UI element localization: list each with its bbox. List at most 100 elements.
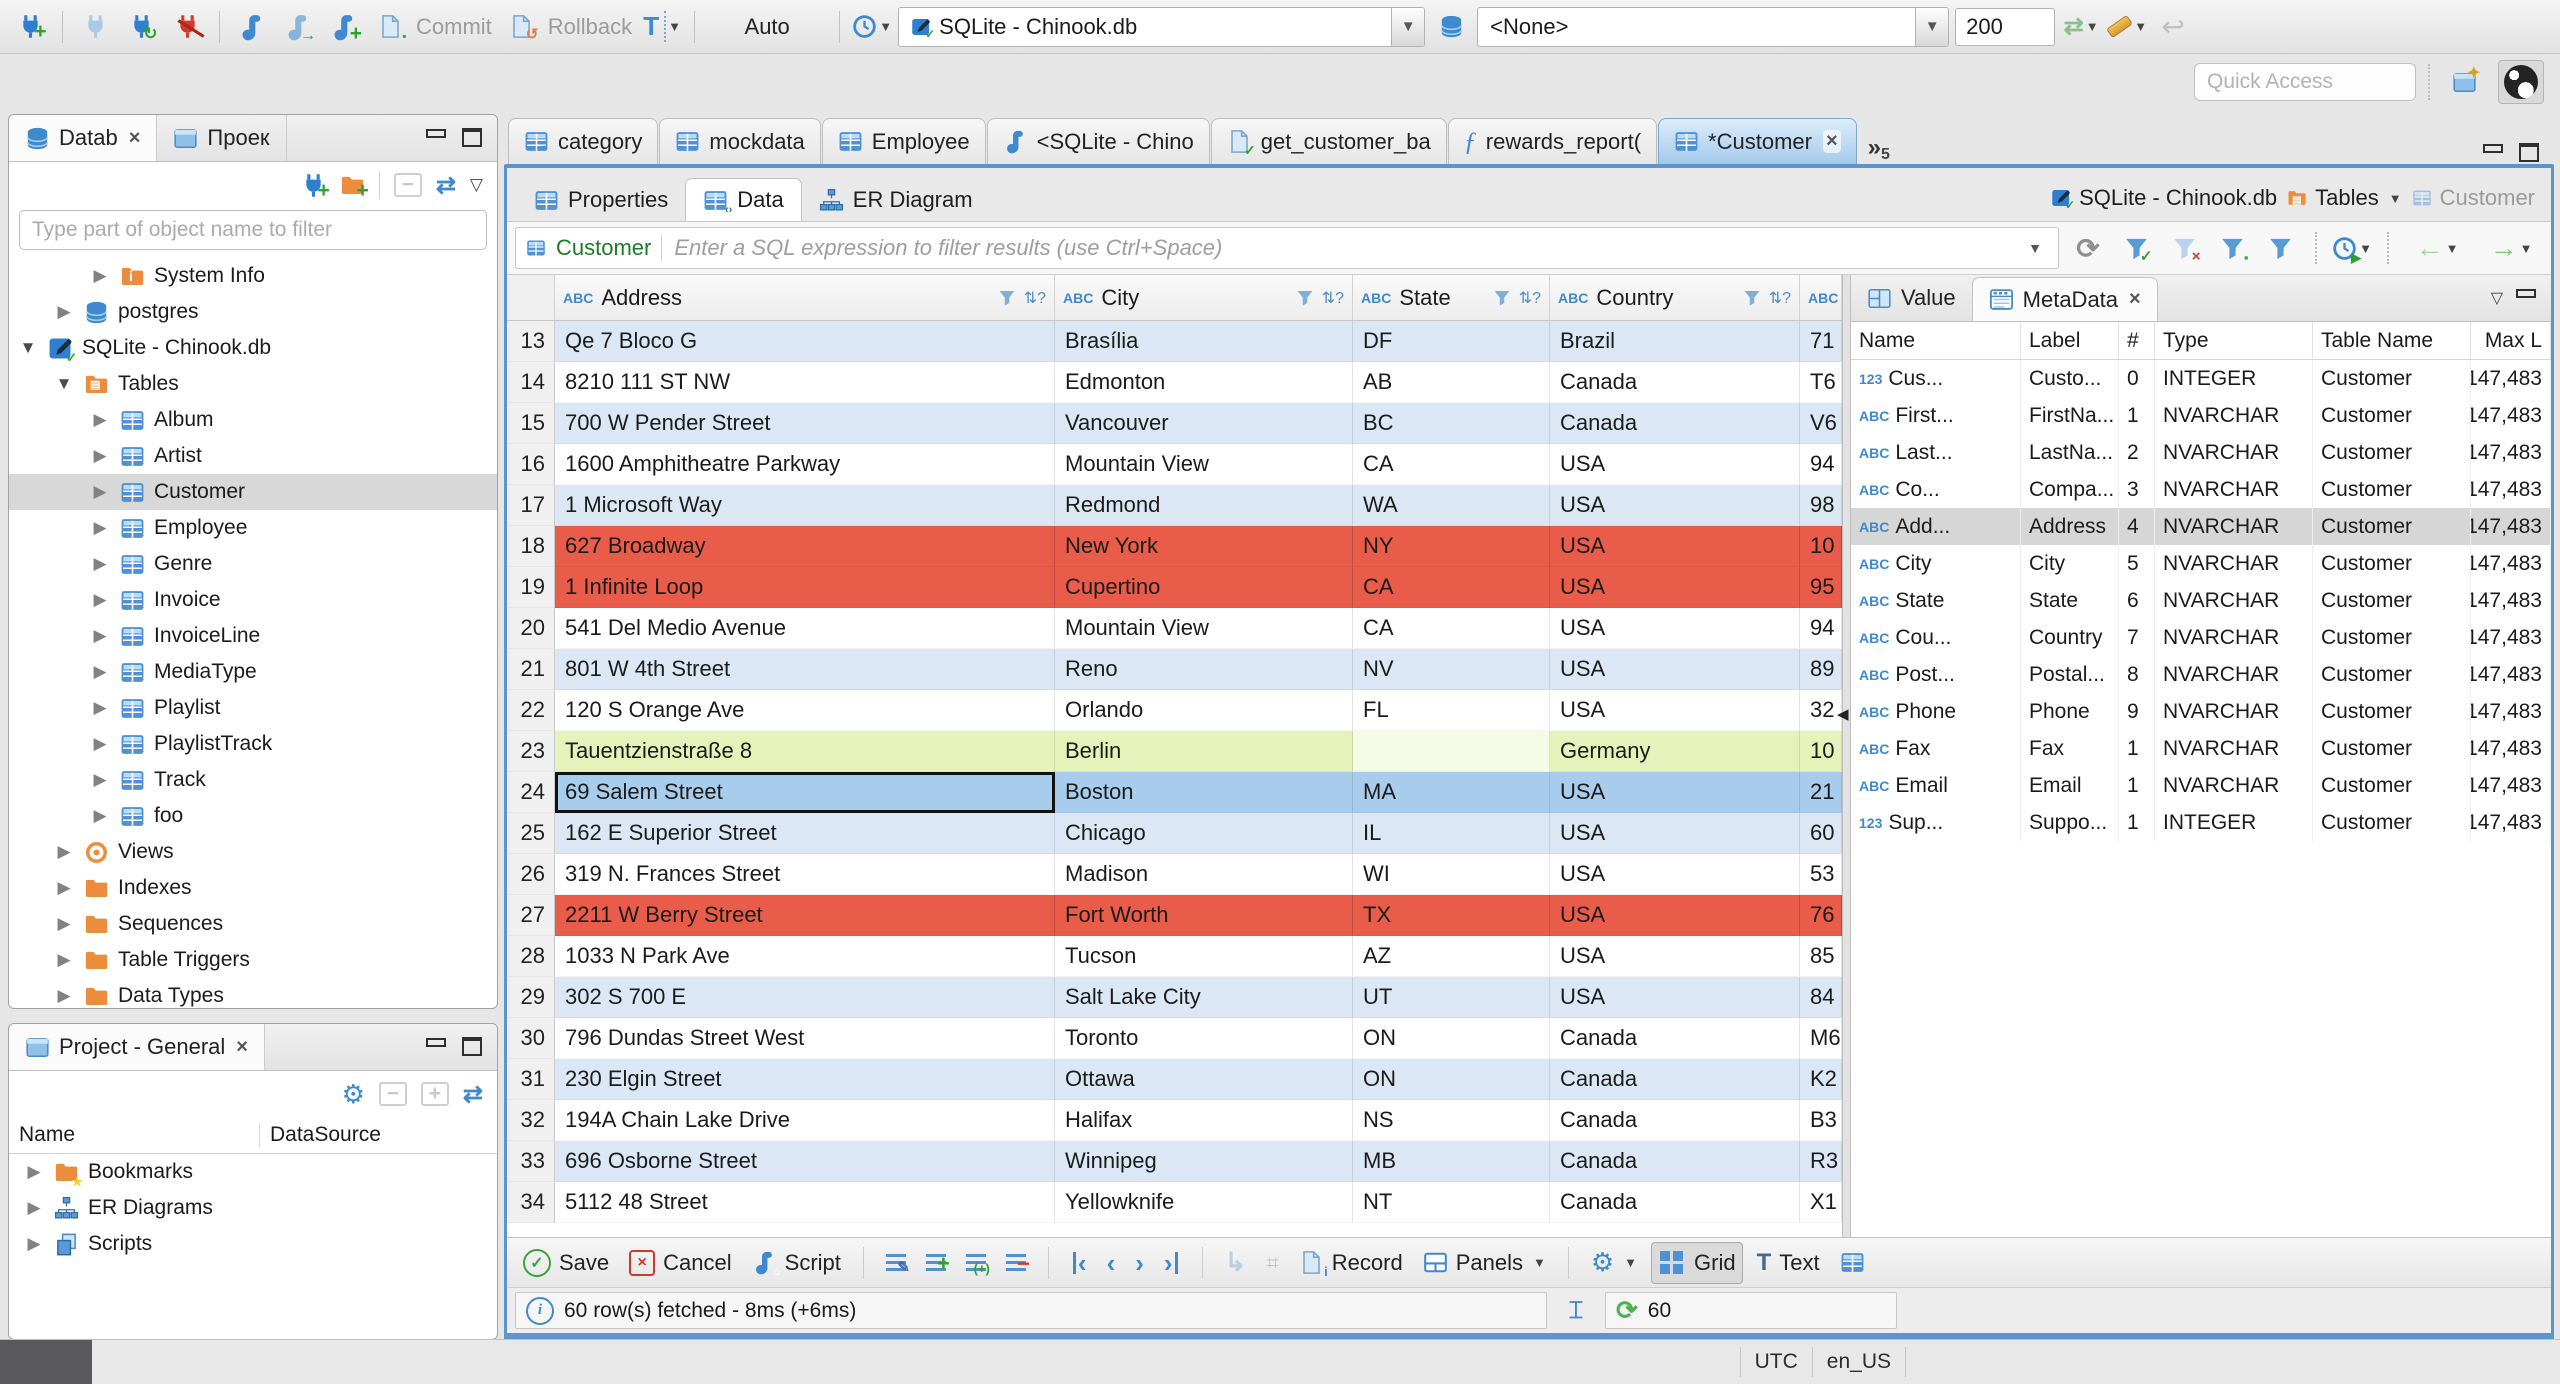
tree-item-data-types[interactable]: ▶ Data Types (9, 978, 497, 1008)
locale-indicator[interactable]: en_US (1827, 1350, 1891, 1374)
row-number-cell[interactable]: 14 (507, 362, 555, 403)
data-cell[interactable]: 69 Salem Street (555, 772, 1055, 813)
meta-name-cell[interactable]: ABC Fax (1851, 730, 2021, 767)
table-row[interactable]: 28 1033 N Park Ave Tucson AZ USA 85 (507, 936, 1842, 977)
table-row[interactable]: 34 5112 48 Street Yellowknife NT Canada X1 (507, 1182, 1842, 1223)
row-number-cell[interactable]: 20 (507, 608, 555, 649)
commit-mode-value[interactable]: Auto (707, 14, 827, 40)
table-row[interactable]: 30 796 Dundas Street West Toronto ON Canada M… (507, 1018, 1842, 1059)
meta-label-cell[interactable]: Address (2021, 508, 2119, 545)
combo-dropdown-button[interactable]: ▼ (1915, 7, 1949, 46)
data-cell[interactable]: WA (1353, 485, 1550, 526)
data-cell[interactable]: Chicago (1055, 813, 1353, 854)
metadata-row[interactable]: ABC Post... Postal...8NVARCHARCustomer2,14… (1851, 656, 2551, 693)
navigator-filter-input[interactable] (19, 210, 487, 250)
metadata-row[interactable]: ABCCityCity5NVARCHARCustomer2,147,483 (1851, 545, 2551, 582)
first-row-button[interactable]: ‹ (1065, 1243, 1093, 1283)
data-cell[interactable]: 1 Infinite Loop (555, 567, 1055, 608)
data-cell[interactable]: 10 (1800, 731, 1842, 772)
meta-name-cell[interactable]: ABC First... (1851, 397, 2021, 434)
project-item-scripts[interactable]: ▶ Scripts (9, 1226, 497, 1262)
meta-num-cell[interactable]: 9 (2119, 693, 2155, 730)
meta-name-cell[interactable]: 123 Sup... (1851, 804, 2021, 841)
breadcrumb-entity[interactable]: Customer (2412, 185, 2535, 211)
filter-save-button[interactable]: ▪ (2213, 229, 2251, 267)
data-cell[interactable]: Toronto (1055, 1018, 1353, 1059)
tab-value[interactable]: Value (1851, 275, 1972, 321)
transaction-log-button[interactable]: ▼ (852, 7, 892, 47)
data-cell[interactable]: Canada (1550, 362, 1800, 403)
schema-combo[interactable]: <None> ▼ (1477, 6, 1950, 47)
column-header-address[interactable]: ABC Address ⇅? (555, 275, 1055, 320)
data-cell[interactable]: Winnipeg (1055, 1141, 1353, 1182)
auto-refresh-button[interactable]: ▶ ▼ (2333, 229, 2372, 267)
meta-table-cell[interactable]: Customer (2313, 693, 2471, 730)
data-cell[interactable]: 84 (1800, 977, 1842, 1018)
data-cell[interactable]: Boston (1055, 772, 1353, 813)
metadata-row[interactable]: ABCPhonePhone9NVARCHARCustomer2,147,483 (1851, 693, 2551, 730)
expand-arrow-icon[interactable]: ▶ (53, 986, 75, 1006)
meta-label-cell[interactable]: LastNa... (2021, 434, 2119, 471)
expand-arrow-icon[interactable]: ▶ (89, 698, 111, 718)
column-header-name[interactable]: Name (9, 1123, 259, 1147)
goto-row-button[interactable]: ↳ (1219, 1243, 1253, 1283)
new-sql-editor-button[interactable]: + (324, 7, 364, 47)
data-cell[interactable]: B3 (1800, 1100, 1842, 1141)
sql-editor-button[interactable] (232, 7, 272, 47)
expand-arrow-icon[interactable]: ▶ (89, 662, 111, 682)
tree-item-employee[interactable]: ▶ Employee (9, 510, 497, 546)
metadata-row[interactable]: 123 Cus... Custo...0INTEGERCustomer2,147,4… (1851, 360, 2551, 397)
meta-type-cell[interactable]: NVARCHAR (2155, 508, 2313, 545)
meta-type-cell[interactable]: NVARCHAR (2155, 582, 2313, 619)
meta-type-cell[interactable]: NVARCHAR (2155, 730, 2313, 767)
filter-clear-button[interactable]: × (2165, 229, 2203, 267)
tree-item-album[interactable]: ▶ Album (9, 402, 497, 438)
data-cell[interactable] (1353, 731, 1550, 772)
meta-column-header-name[interactable]: Name (1851, 322, 2021, 359)
meta-max-cell[interactable]: 2,147,483 (2471, 804, 2551, 841)
metadata-row[interactable]: ABC Last... LastNa...2NVARCHARCustomer2,14… (1851, 434, 2551, 471)
delete-row-button[interactable]: − (1000, 1243, 1032, 1283)
panel-sash[interactable]: ◀ (1837, 275, 1851, 1237)
close-icon[interactable]: × (1822, 130, 1841, 153)
data-cell[interactable]: ON (1353, 1059, 1550, 1100)
timezone-indicator[interactable]: UTC (1755, 1350, 1798, 1374)
metadata-row[interactable]: ABC Co... Compa...3NVARCHARCustomer2,147,4… (1851, 471, 2551, 508)
fetch-next-button[interactable]: → ▼ (2479, 229, 2543, 267)
meta-type-cell[interactable]: NVARCHAR (2155, 767, 2313, 804)
expand-arrow-icon[interactable]: ▶ (89, 626, 111, 646)
meta-column-header-type[interactable]: Type (2155, 322, 2313, 359)
data-cell[interactable]: 319 N. Frances Street (555, 854, 1055, 895)
rollback-button[interactable]: ↺ (502, 7, 542, 47)
row-number-cell[interactable]: 15 (507, 403, 555, 444)
expand-arrow-icon[interactable]: ▶ (53, 950, 75, 970)
table-row[interactable]: 27 2211 W Berry Street Fort Worth TX USA 76 (507, 895, 1842, 936)
tab-properties[interactable]: Properties (517, 179, 685, 221)
row-number-cell[interactable]: 17 (507, 485, 555, 526)
meta-type-cell[interactable]: NVARCHAR (2155, 545, 2313, 582)
data-cell[interactable]: 8210 111 ST NW (555, 362, 1055, 403)
expand-arrow-icon[interactable]: ▶ (53, 878, 75, 898)
data-cell[interactable]: USA (1550, 526, 1800, 567)
data-cell[interactable]: 230 Elgin Street (555, 1059, 1055, 1100)
editor-tab-sqlite-chino[interactable]: <SQLite - Chino (986, 118, 1210, 164)
meta-name-cell[interactable]: ABC Post... (1851, 656, 2021, 693)
project-item-bookmarks[interactable]: ▶ ★ Bookmarks (9, 1154, 497, 1190)
column-header-country[interactable]: ABC Country ⇅? (1550, 275, 1800, 320)
text-mode-button[interactable]: T Text (1751, 1243, 1826, 1283)
meta-max-cell[interactable]: 2,147,483 (2471, 619, 2551, 656)
editor-tab-mockdata[interactable]: mockdata (659, 118, 821, 164)
data-cell[interactable]: IL (1353, 813, 1550, 854)
data-cell[interactable]: Tucson (1055, 936, 1353, 977)
grid-mode-button[interactable]: Grid (1651, 1241, 1743, 1284)
table-row[interactable]: 13 Qe 7 Bloco G Brasília DF Brazil 71 (507, 321, 1842, 362)
link-with-editor-button[interactable]: ⇄ (436, 171, 456, 200)
data-cell[interactable]: 60 (1800, 813, 1842, 854)
expand-arrow-icon[interactable]: ▶ (53, 842, 75, 862)
meta-name-cell[interactable]: ABC Last... (1851, 434, 2021, 471)
row-number-cell[interactable]: 33 (507, 1141, 555, 1182)
data-cell[interactable]: V6 (1800, 403, 1842, 444)
meta-num-cell[interactable]: 1 (2119, 804, 2155, 841)
filter-apply-button[interactable]: ✓ (2117, 229, 2155, 267)
fetch-previous-button[interactable]: ← ▼ (2405, 229, 2469, 267)
